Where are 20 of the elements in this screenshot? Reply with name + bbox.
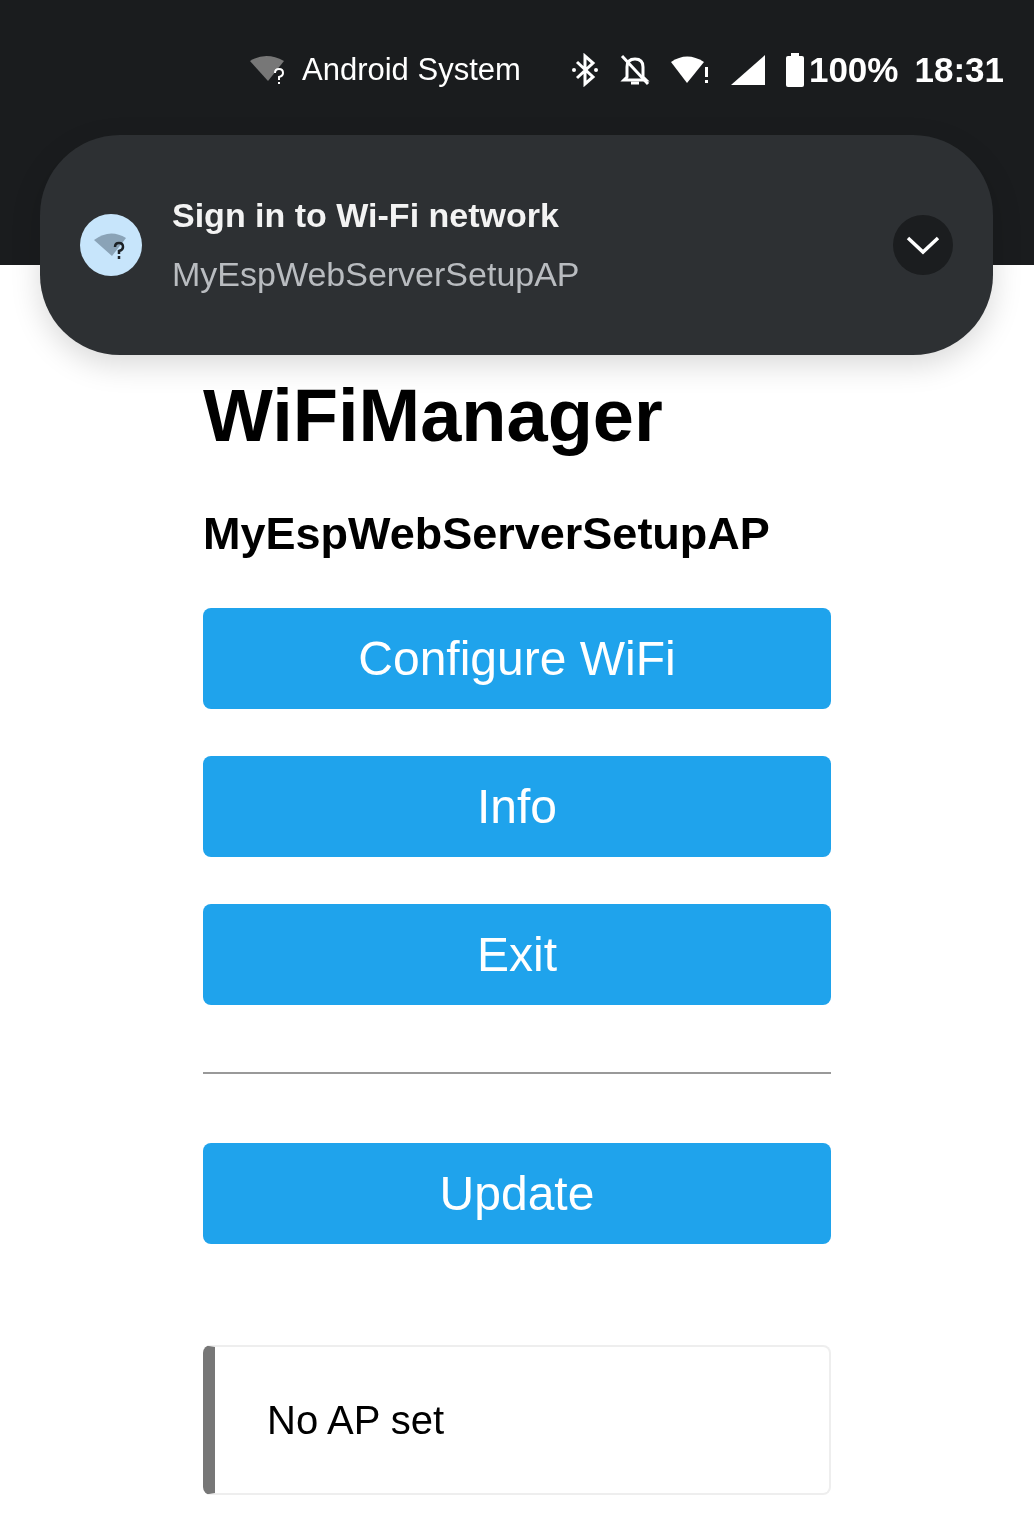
wifi-alert-icon: [670, 55, 711, 85]
page-subtitle: MyEspWebServerSetupAP: [203, 508, 771, 560]
clock: 18:31: [914, 50, 1004, 90]
wifi-question-icon: [80, 214, 142, 276]
message-text: No AP set: [267, 1397, 445, 1443]
battery-icon: [784, 53, 805, 87]
notification-card[interactable]: Sign in to Wi-Fi network MyEspWebServerSetupAP: [40, 135, 993, 355]
update-button[interactable]: Update: [203, 1143, 831, 1244]
menu-button[interactable]: Info: [203, 756, 831, 857]
battery-percentage: 100%: [808, 50, 899, 90]
notification-text: MyEspWebServerSetupAP: [172, 255, 581, 294]
bell-off-icon: [618, 53, 651, 87]
signal-icon: [730, 55, 765, 85]
notification-title: Sign in to Wi-Fi network: [172, 196, 560, 235]
menu-button[interactable]: Configure WiFi: [203, 608, 831, 709]
chevron-down-icon: [906, 235, 940, 255]
bluetooth-icon: [570, 53, 599, 87]
menu-button[interactable]: Exit: [203, 904, 831, 1005]
page-title: WiFiManager: [203, 373, 664, 458]
notification-source: Android System: [302, 52, 521, 88]
